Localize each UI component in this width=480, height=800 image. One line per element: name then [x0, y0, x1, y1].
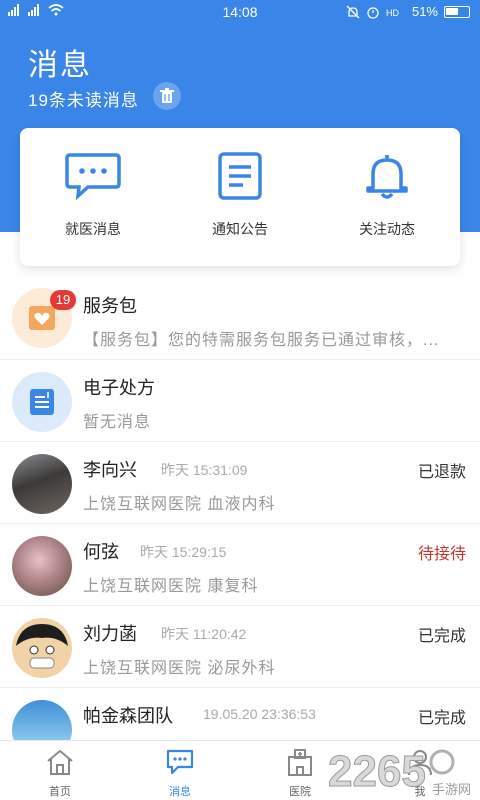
- nav-label: 首页: [49, 786, 71, 798]
- message-time: 昨天 11:20:42: [161, 626, 247, 642]
- message-preview: 暂无消息: [83, 414, 152, 431]
- clear-unread-button[interactable]: [153, 82, 181, 110]
- document-icon: [210, 152, 270, 202]
- message-time: 昨天 15:31:09: [161, 462, 248, 478]
- watermark-number: 2265: [328, 747, 426, 796]
- category-label: 关注动态: [359, 221, 415, 237]
- unread-count: 19条未读消息: [28, 91, 139, 110]
- message-title: 帕金森团队: [83, 706, 173, 726]
- volte-icon: HD: [386, 8, 399, 18]
- message-status: 已退款: [417, 464, 466, 481]
- message-title: 李向兴: [83, 460, 137, 480]
- category-card: 就医消息 通知公告 关注动态: [20, 128, 460, 266]
- nav-messages[interactable]: 消息: [120, 741, 240, 800]
- message-status: 已完成: [417, 710, 466, 727]
- status-bar: 14:08 HD 51%: [0, 0, 480, 24]
- battery-percent: 51%: [411, 4, 438, 19]
- message-preview: 【服务包】您的特需服务包服务已通过审核，...: [83, 332, 440, 349]
- message-time: 19.05.20 23:36:53: [203, 706, 316, 722]
- user-photo: [12, 454, 72, 514]
- list-item-service-package[interactable]: 19 服务包 【服务包】您的特需服务包服务已通过审核，...: [0, 278, 480, 360]
- prescription-icon: [12, 372, 72, 432]
- message-title: 刘力菡: [83, 624, 137, 644]
- unread-badge: 19: [50, 290, 76, 310]
- trash-icon: [160, 88, 174, 103]
- message-title: 何弦: [83, 542, 119, 562]
- list-item-doctor[interactable]: 李向兴 昨天 15:31:09 已退款 上饶互联网医院 血液内科: [0, 442, 480, 524]
- user-photo: [12, 618, 72, 678]
- message-time: 昨天 15:29:15: [140, 544, 227, 560]
- hospital-icon: [288, 749, 312, 776]
- category-follow-updates[interactable]: 关注动态: [314, 128, 460, 266]
- home-icon: [47, 749, 73, 775]
- message-status: 已完成: [417, 628, 466, 645]
- nav-label: 消息: [169, 786, 191, 798]
- message-preview: 上饶互联网医院 康复科: [83, 578, 259, 595]
- message-title: 服务包: [83, 296, 137, 316]
- chat-bubble-icon: [63, 152, 123, 202]
- nav-home[interactable]: 首页: [0, 741, 120, 800]
- message-title: 电子处方: [83, 378, 155, 398]
- bell-icon: [357, 152, 417, 202]
- mute-bell-icon: [346, 5, 360, 18]
- category-medical-messages[interactable]: 就医消息: [20, 128, 166, 266]
- message-preview: 上饶互联网医院 血液内科: [83, 496, 276, 513]
- message-preview: 上饶互联网医院 泌尿外科: [83, 660, 276, 677]
- user-photo: [12, 536, 72, 596]
- status-right: HD 51%: [346, 4, 470, 19]
- page-title: 消息: [28, 49, 92, 82]
- message-icon: [166, 749, 194, 775]
- category-label: 通知公告: [212, 221, 268, 237]
- category-notices[interactable]: 通知公告: [167, 128, 313, 266]
- watermark-logo: 2265 手游网: [328, 747, 471, 799]
- list-item-doctor[interactable]: 何弦 昨天 15:29:15 待接待 上饶互联网医院 康复科: [0, 524, 480, 606]
- svg-text:HD: HD: [386, 8, 399, 18]
- watermark-sub: 手游网: [432, 783, 471, 798]
- list-item-e-prescription[interactable]: 电子处方 暂无消息: [0, 360, 480, 442]
- alarm-icon: [367, 6, 379, 19]
- category-label: 就医消息: [65, 221, 121, 237]
- battery-icon: [444, 5, 470, 18]
- message-status: 待接待: [417, 546, 466, 563]
- list-item-doctor[interactable]: 刘力菡 昨天 11:20:42 已完成 上饶互联网医院 泌尿外科: [0, 606, 480, 688]
